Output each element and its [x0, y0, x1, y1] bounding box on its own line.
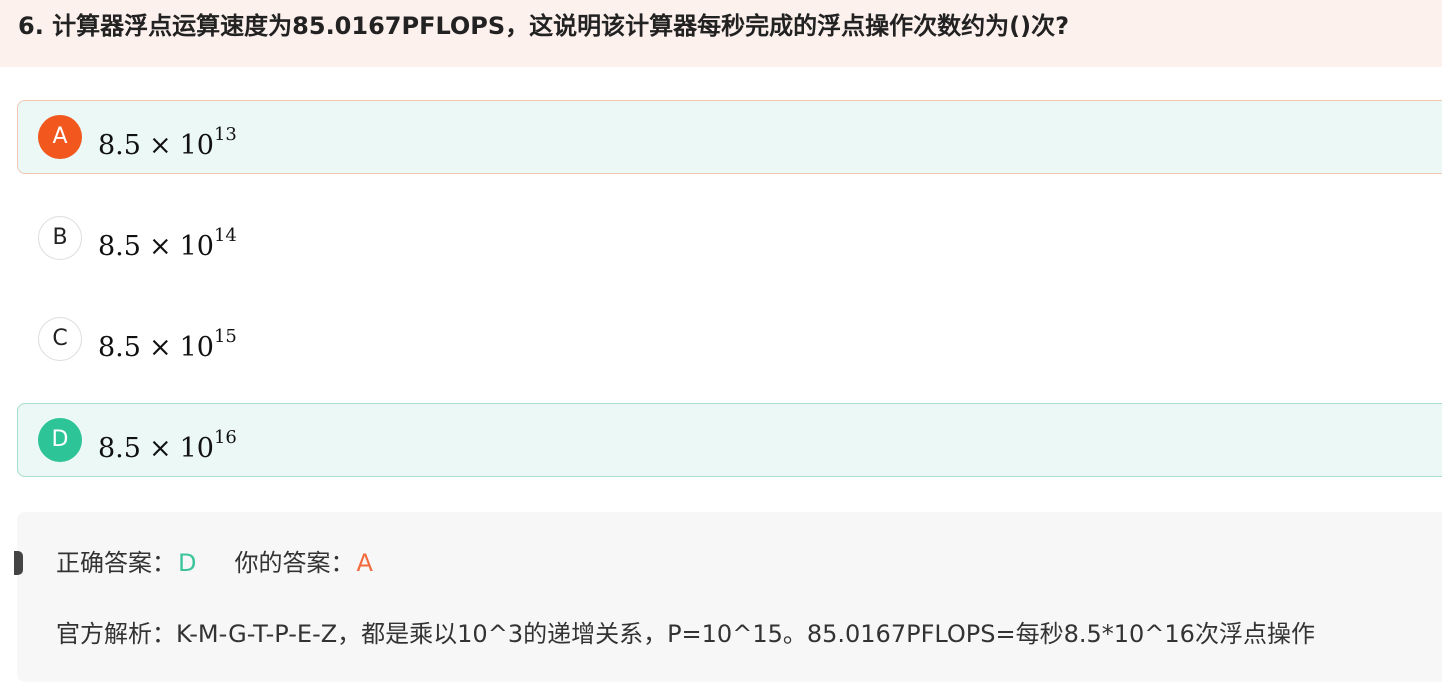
option-c[interactable]: C 8.5 × 1015	[17, 302, 1442, 376]
option-letter-badge: C	[38, 317, 82, 361]
option-math: 8.5 × 1015	[98, 323, 237, 366]
your-answer-label: 你的答案：	[234, 549, 355, 577]
option-exponent: 14	[213, 225, 237, 246]
official-explanation: 官方解析：K-M-G-T-P-E-Z，都是乘以10^3的递增关系，P=10^15…	[56, 620, 1315, 648]
option-base: 8.5	[98, 332, 141, 363]
option-d[interactable]: D 8.5 × 1016	[17, 403, 1442, 477]
option-base: 8.5	[98, 231, 141, 262]
times-sign: ×	[148, 130, 172, 161]
option-math: 8.5 × 1016	[98, 424, 237, 467]
option-pow-base: 10	[179, 231, 214, 262]
correct-answer-value: D	[178, 549, 197, 577]
correct-answer-label: 正确答案：	[56, 549, 176, 577]
option-math: 8.5 × 1013	[98, 121, 237, 164]
collapse-handle[interactable]	[14, 551, 23, 575]
option-exponent: 15	[213, 326, 237, 347]
times-sign: ×	[148, 332, 172, 363]
times-sign: ×	[148, 231, 172, 262]
option-pow-base: 10	[179, 433, 214, 464]
option-letter-badge: A	[38, 115, 82, 159]
option-letter-badge: D	[38, 418, 82, 462]
answer-panel	[17, 512, 1442, 682]
your-answer-value: A	[356, 549, 373, 577]
option-b[interactable]: B 8.5 × 1014	[17, 201, 1442, 275]
question-header: 6. 计算器浮点运算速度为85.0167PFLOPS，这说明该计算器每秒完成的浮…	[0, 0, 1442, 67]
question-title: 6. 计算器浮点运算速度为85.0167PFLOPS，这说明该计算器每秒完成的浮…	[18, 12, 1070, 40]
option-letter-badge: B	[38, 216, 82, 260]
answer-line: 正确答案：D 你的答案：A	[56, 545, 373, 581]
option-a[interactable]: A 8.5 × 1013	[17, 100, 1442, 174]
option-pow-base: 10	[179, 332, 214, 363]
times-sign: ×	[148, 433, 172, 464]
option-pow-base: 10	[179, 130, 214, 161]
option-base: 8.5	[98, 433, 141, 464]
option-exponent: 16	[213, 427, 237, 448]
option-math: 8.5 × 1014	[98, 222, 237, 265]
option-base: 8.5	[98, 130, 141, 161]
option-exponent: 13	[213, 124, 237, 145]
